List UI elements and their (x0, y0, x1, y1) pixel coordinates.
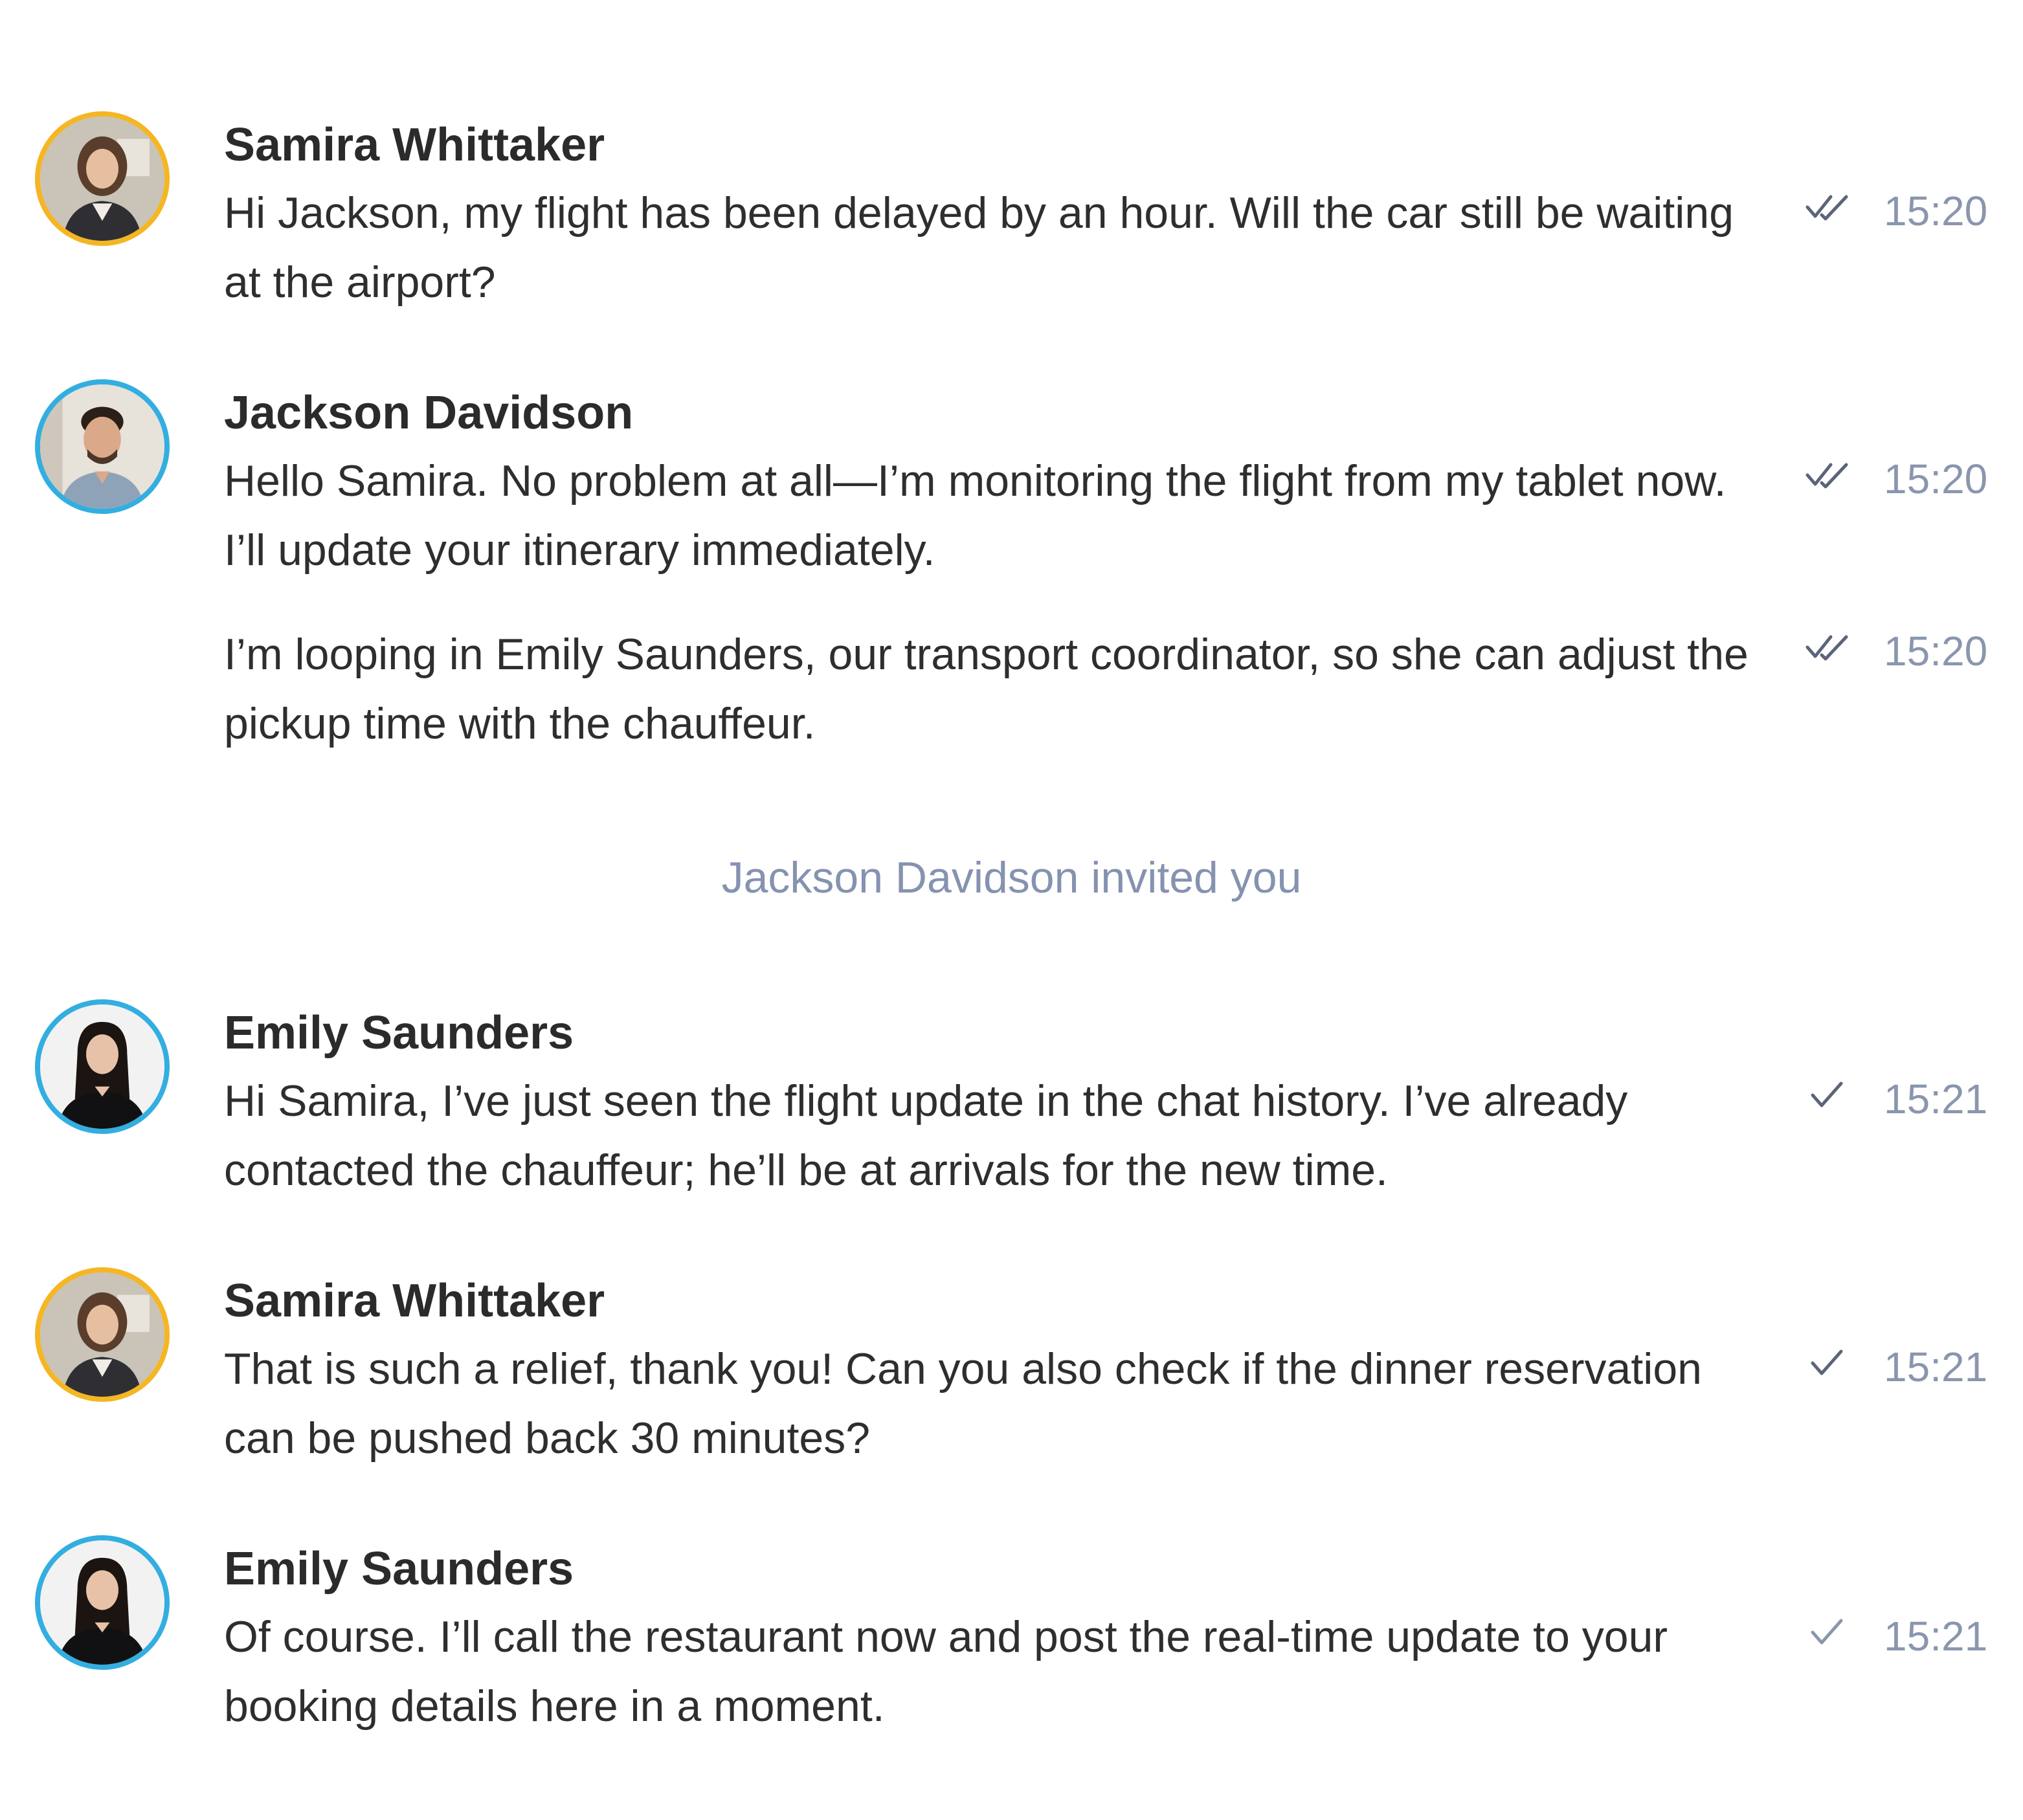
double-check-icon (1805, 633, 1854, 664)
message-text: Hi Jackson, my flight has been delayed b… (224, 188, 1734, 307)
sender-name: Jackson Davidson (224, 387, 634, 439)
check-icon (1805, 1349, 1854, 1380)
message-time: 15:20 (1884, 628, 1988, 674)
chat-message-list: Samira Whittaker Hi Jackson, my flight h… (0, 0, 2023, 1820)
sender-name: Samira Whittaker (224, 119, 605, 171)
double-check-icon (1805, 193, 1854, 224)
message-time: 15:21 (1884, 1076, 1988, 1122)
avatar-photo (40, 117, 164, 241)
message-text: Hi Samira, I’ve just seen the flight upd… (224, 1076, 1628, 1195)
avatar-samira-whittaker[interactable] (35, 1267, 170, 1402)
avatar-photo (40, 1272, 164, 1397)
avatar-emily-saunders[interactable] (35, 1535, 170, 1670)
avatar-photo (40, 1004, 164, 1129)
message-text: I’m looping in Emily Saunders, our trans… (224, 630, 1749, 748)
avatar-emily-saunders[interactable] (35, 999, 170, 1134)
double-check-icon (1805, 461, 1854, 492)
avatar-photo (40, 384, 164, 509)
sender-name: Emily Saunders (224, 1007, 574, 1059)
check-icon (1805, 1081, 1854, 1112)
message-time: 15:20 (1884, 456, 1988, 502)
avatar-samira-whittaker[interactable] (35, 111, 170, 246)
system-note: Jackson Davidson invited you (721, 853, 1302, 902)
sender-name: Samira Whittaker (224, 1275, 605, 1327)
avatar-photo (40, 1540, 164, 1665)
message-text: Of course. I’ll call the restaurant now … (224, 1612, 1668, 1731)
message-time: 15:20 (1884, 188, 1988, 234)
avatar-jackson-davidson[interactable] (35, 379, 170, 514)
message-time: 15:21 (1884, 1613, 1988, 1659)
message-text: Hello Samira. No problem at all—I’m moni… (224, 456, 1727, 575)
sender-name: Emily Saunders (224, 1543, 574, 1595)
message-text: That is such a relief, thank you! Can yo… (224, 1344, 1702, 1463)
check-icon (1805, 1618, 1854, 1649)
message-time: 15:21 (1884, 1344, 1988, 1390)
